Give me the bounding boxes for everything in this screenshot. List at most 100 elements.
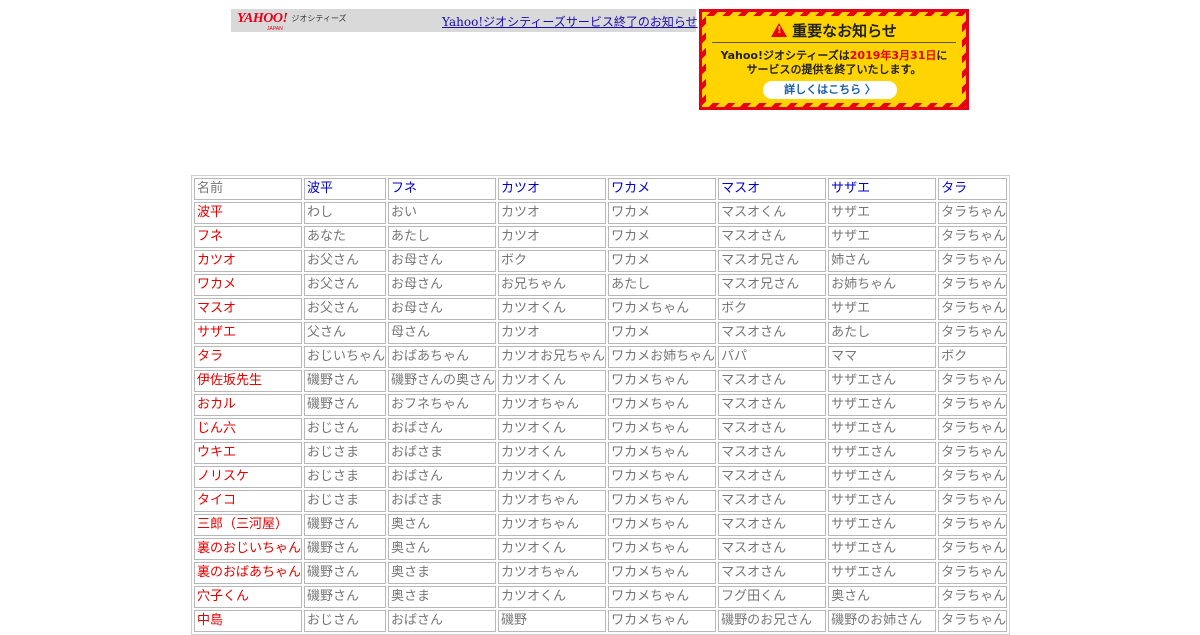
row-header: カツオ xyxy=(194,250,303,272)
row-header: 波平 xyxy=(194,202,303,224)
notice-line-1: Yahoo!ジオシティーズは2019年3月31日に xyxy=(706,49,962,63)
yahoo-geocities-logo[interactable]: YAHOO! JAPAN ジオシティーズ xyxy=(237,12,347,33)
table-cell: サザエさん xyxy=(828,562,937,584)
table-cell: 磯野さん xyxy=(304,538,387,560)
row-header: ワカメ xyxy=(194,274,303,296)
table-cell: タラちゃん xyxy=(938,490,1008,512)
table-cell: カツオくん xyxy=(498,442,607,464)
table-row: 裏のおばあちゃん 磯野さん 奥さま カツオちゃん ワカメちゃん マスオさん サザエさん タラち… xyxy=(194,562,1008,584)
table-cell: お父さん xyxy=(304,274,387,296)
table-cell: あたし xyxy=(608,274,717,296)
table-cell: 奥さま xyxy=(388,586,497,608)
row-header: マスオ xyxy=(194,298,303,320)
table-cell: タラちゃん xyxy=(938,226,1008,248)
table-row: マスオ お父さん お母さん カツオくん ワカメちゃん ボク サザエ タラちゃん xyxy=(194,298,1008,320)
table-cell: ママ xyxy=(828,346,937,368)
table-cell: おばさん xyxy=(388,418,497,440)
table-cell: フグ田くん xyxy=(718,586,827,608)
table-cell: マスオさん xyxy=(718,562,827,584)
table-cell: ワカメちゃん xyxy=(608,586,717,608)
table-cell: おじさま xyxy=(304,442,387,464)
table-cell: 母さん xyxy=(388,322,497,344)
table-cell: マスオさん xyxy=(718,370,827,392)
table-cell: カツオくん xyxy=(498,586,607,608)
table-cell: おフネちゃん xyxy=(388,394,497,416)
table-cell: カツオくん xyxy=(498,298,607,320)
table-cell: カツオちゃん xyxy=(498,514,607,536)
table-cell: ワカメお姉ちゃん xyxy=(608,346,717,368)
table-cell: サザエさん xyxy=(828,538,937,560)
notice-divider xyxy=(712,42,956,43)
table-cell: マスオさん xyxy=(718,394,827,416)
details-button[interactable]: 詳しくはこちら 〉 xyxy=(763,81,897,99)
table-cell: サザエ xyxy=(828,226,937,248)
table-cell: 奥さん xyxy=(388,514,497,536)
warning-icon xyxy=(771,23,788,37)
row-header: 中島 xyxy=(194,610,303,632)
table-cell: マスオ兄さん xyxy=(718,274,827,296)
notice-striped-border: 重要なお知らせ Yahoo!ジオシティーズは2019年3月31日に サービスの提… xyxy=(702,12,966,107)
table-cell: 磯野 xyxy=(498,610,607,632)
row-header: 三郎（三河屋） xyxy=(194,514,303,536)
table-row: カツオ お父さん お母さん ボク ワカメ マスオ兄さん 姉さん タラちゃん xyxy=(194,250,1008,272)
table-cell: タラちゃん xyxy=(938,442,1008,464)
important-notice-banner[interactable]: 重要なお知らせ Yahoo!ジオシティーズは2019年3月31日に サービスの提… xyxy=(699,9,969,110)
table-cell: タラちゃん xyxy=(938,274,1008,296)
table-cell: サザエさん xyxy=(828,514,937,536)
row-header: 穴子くん xyxy=(194,586,303,608)
table-cell: カツオちゃん xyxy=(498,490,607,512)
table-row: 穴子くん 磯野さん 奥さま カツオくん ワカメちゃん フグ田くん 奥さん タラちゃん xyxy=(194,586,1008,608)
table-cell: ワカメちゃん xyxy=(608,490,717,512)
table-cell: ワカメちゃん xyxy=(608,298,717,320)
table-cell: 磯野さん xyxy=(304,586,387,608)
service-end-notice-link[interactable]: Yahoo!ジオシティーズサービス終了のお知らせ xyxy=(442,13,698,30)
column-header: マスオ xyxy=(718,178,827,200)
table-cell: ワカメちゃん xyxy=(608,562,717,584)
notice-end-date: 2019年3月31日 xyxy=(849,49,937,62)
table-cell: マスオさん xyxy=(718,418,827,440)
table-cell: ボク xyxy=(718,298,827,320)
row-header: サザエ xyxy=(194,322,303,344)
table-cell: ボク xyxy=(938,346,1008,368)
table-cell: サザエさん xyxy=(828,490,937,512)
table-cell: マスオさん xyxy=(718,322,827,344)
table-cell: ワカメちゃん xyxy=(608,538,717,560)
table-cell: 磯野さん xyxy=(304,370,387,392)
row-header: 伊佐坂先生 xyxy=(194,370,303,392)
row-header: じん六 xyxy=(194,418,303,440)
table-cell: サザエ xyxy=(828,298,937,320)
table-cell: ワカメちゃん xyxy=(608,442,717,464)
table-cell: マスオさん xyxy=(718,226,827,248)
table-cell: パパ xyxy=(718,346,827,368)
table-cell: ワカメちゃん xyxy=(608,466,717,488)
table-cell: カツオ xyxy=(498,202,607,224)
row-header: ノリスケ xyxy=(194,466,303,488)
table-cell: カツオちゃん xyxy=(498,394,607,416)
table-row: 三郎（三河屋） 磯野さん 奥さん カツオちゃん ワカメちゃん マスオさん サザエさん タラちゃ… xyxy=(194,514,1008,536)
table-cell: 磯野さんの奥さん xyxy=(388,370,497,392)
notice-content: 重要なお知らせ Yahoo!ジオシティーズは2019年3月31日に サービスの提… xyxy=(706,16,962,103)
table-cell: おばさん xyxy=(388,610,497,632)
table-row: ノリスケ おじさま おばさん カツオくん ワカメちゃん マスオさん サザエさん タラちゃん xyxy=(194,466,1008,488)
table-row: じん六 おじさん おばさん カツオくん ワカメちゃん マスオさん サザエさん タラちゃん xyxy=(194,418,1008,440)
table-cell: タラちゃん xyxy=(938,514,1008,536)
table-cell: ワカメちゃん xyxy=(608,370,717,392)
column-header: カツオ xyxy=(498,178,607,200)
table-cell: サザエさん xyxy=(828,394,937,416)
table-cell: 父さん xyxy=(304,322,387,344)
table-cell: 奥さん xyxy=(388,538,497,560)
table-cell: タラちゃん xyxy=(938,250,1008,272)
table-row: おカル 磯野さん おフネちゃん カツオちゃん ワカメちゃん マスオさん サザエさん タラちゃん xyxy=(194,394,1008,416)
notice-message: Yahoo!ジオシティーズは2019年3月31日に サービスの提供を終了いたしま… xyxy=(706,49,962,77)
geocities-header-bar: YAHOO! JAPAN ジオシティーズ Yahoo!ジオシティーズサービス終了… xyxy=(231,9,698,33)
table-cell: おばさん xyxy=(388,466,497,488)
table-cell: あたし xyxy=(388,226,497,248)
table-cell: おばさま xyxy=(388,490,497,512)
table-cell: おい xyxy=(388,202,497,224)
column-header: ワカメ xyxy=(608,178,717,200)
sazae-san-address-table: 名前 波平 フネ カツオ ワカメ マスオ サザエ タラ 波平 わし おい カツオ ワカメ マスオくん サザエ… xyxy=(191,175,1011,635)
table-cell: お母さん xyxy=(388,250,497,272)
table-cell: ワカメ xyxy=(608,250,717,272)
table-cell: タラちゃん xyxy=(938,202,1008,224)
table-cell: お母さん xyxy=(388,298,497,320)
